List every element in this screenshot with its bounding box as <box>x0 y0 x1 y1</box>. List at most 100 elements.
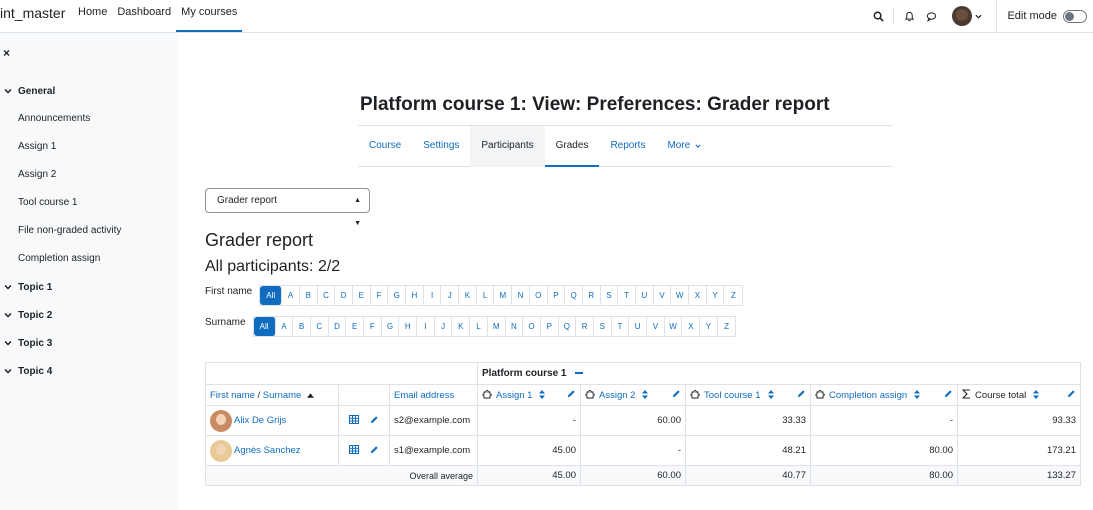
edit-mode-toggle[interactable] <box>1063 9 1087 23</box>
activity-announcements[interactable]: Announcements <box>0 105 178 133</box>
section-topic-3[interactable]: Topic 3 <box>0 329 178 357</box>
tab-participants[interactable]: Participants <box>470 126 545 167</box>
nav-home[interactable]: Home <box>73 0 112 32</box>
activity-file-non-graded-activity[interactable]: File non-graded activity <box>0 217 178 245</box>
first-initial-m[interactable]: M <box>494 286 513 305</box>
surname-initial-z[interactable]: Z <box>718 317 736 336</box>
first-initial-v[interactable]: V <box>654 286 672 305</box>
chevron-down-icon[interactable] <box>4 284 13 290</box>
first-initial-n[interactable]: N <box>512 286 530 305</box>
first-initial-w[interactable]: W <box>671 286 690 305</box>
sort-surname[interactable]: Surname <box>263 390 302 401</box>
first-initial-q[interactable]: Q <box>565 286 583 305</box>
edit-pencil-icon[interactable] <box>797 389 806 401</box>
activity-assign-1[interactable]: Assign 1 <box>0 133 178 161</box>
tab-reports[interactable]: Reports <box>599 126 656 167</box>
surname-initial-n[interactable]: N <box>506 317 524 336</box>
section-topic-2[interactable]: Topic 2 <box>0 301 178 329</box>
chevron-down-icon[interactable] <box>972 5 984 27</box>
surname-initial-b[interactable]: B <box>293 317 311 336</box>
surname-initial-all[interactable]: All <box>253 317 276 336</box>
grade-cell[interactable]: 173.21 <box>957 435 1081 466</box>
surname-initial-s[interactable]: S <box>594 317 612 336</box>
first-initial-j[interactable]: J <box>441 286 460 305</box>
chevron-down-icon[interactable] <box>4 340 13 346</box>
column-name[interactable]: Tool course 1 <box>704 390 761 401</box>
user-avatar[interactable] <box>952 6 973 26</box>
surname-initial-h[interactable]: H <box>399 317 418 336</box>
surname-initial-o[interactable]: O <box>523 317 541 336</box>
messages-icon[interactable] <box>920 5 942 27</box>
grade-cell[interactable]: 80.00 <box>810 435 958 466</box>
column-name[interactable]: Assign 1 <box>496 390 532 401</box>
first-initial-z[interactable]: Z <box>724 286 742 305</box>
avatar[interactable] <box>210 409 232 432</box>
first-initial-u[interactable]: U <box>636 286 654 305</box>
avatar[interactable] <box>210 439 232 462</box>
surname-initial-a[interactable]: A <box>276 317 294 336</box>
first-initial-k[interactable]: K <box>459 286 477 305</box>
grade-cell[interactable]: - <box>580 435 686 466</box>
grade-cell[interactable]: - <box>477 405 581 436</box>
edit-pencil-icon[interactable] <box>944 389 953 401</box>
surname-initial-y[interactable]: Y <box>700 317 718 336</box>
first-initial-all[interactable]: All <box>260 286 283 305</box>
sort-icon[interactable] <box>1033 389 1040 401</box>
section-topic-1[interactable]: Topic 1 <box>0 273 178 301</box>
grade-cell[interactable]: 93.33 <box>957 405 1081 436</box>
surname-initial-j[interactable]: J <box>435 317 453 336</box>
edit-pencil-icon[interactable] <box>567 389 576 401</box>
surname-initial-q[interactable]: Q <box>559 317 577 336</box>
tab-settings[interactable]: Settings <box>412 126 470 167</box>
first-initial-h[interactable]: H <box>406 286 424 305</box>
collapse-category-icon[interactable] <box>575 372 584 375</box>
first-initial-a[interactable]: A <box>282 286 300 305</box>
sort-email[interactable]: Email address <box>394 390 454 401</box>
surname-initial-i[interactable]: I <box>417 317 435 336</box>
edit-pencil-icon[interactable] <box>1067 389 1076 401</box>
surname-initial-f[interactable]: F <box>364 317 382 336</box>
surname-initial-t[interactable]: T <box>612 317 630 336</box>
surname-initial-c[interactable]: C <box>311 317 329 336</box>
tab-grades[interactable]: Grades <box>544 126 600 167</box>
surname-initial-p[interactable]: P <box>541 317 559 336</box>
tab-more[interactable]: More <box>656 126 712 167</box>
grade-cell[interactable]: - <box>810 405 958 436</box>
close-drawer-icon[interactable]: × <box>3 46 10 60</box>
surname-initial-e[interactable]: E <box>346 317 365 336</box>
edit-pencil-icon[interactable] <box>370 415 379 427</box>
first-initial-o[interactable]: O <box>530 286 548 305</box>
first-initial-e[interactable]: E <box>353 286 371 305</box>
first-initial-s[interactable]: S <box>601 286 619 305</box>
edit-pencil-icon[interactable] <box>672 389 681 401</box>
column-name[interactable]: Assign 2 <box>599 390 635 401</box>
edit-pencil-icon[interactable] <box>370 445 379 457</box>
tab-course[interactable]: Course <box>358 126 412 167</box>
grade-cell[interactable]: 60.00 <box>580 405 686 436</box>
site-name[interactable]: int_master <box>0 5 65 21</box>
report-selector[interactable]: Grader report ▲ ▼ <box>205 188 370 227</box>
grade-cell[interactable]: 45.00 <box>477 435 581 466</box>
grade-cell[interactable]: 48.21 <box>685 435 811 466</box>
first-initial-b[interactable]: B <box>300 286 318 305</box>
surname-initial-m[interactable]: M <box>488 317 506 336</box>
nav-dashboard[interactable]: Dashboard <box>112 0 176 32</box>
single-view-icon[interactable] <box>349 414 359 427</box>
single-view-icon[interactable] <box>349 444 359 457</box>
bell-icon[interactable] <box>898 5 920 27</box>
first-initial-x[interactable]: X <box>689 286 707 305</box>
surname-initial-d[interactable]: D <box>329 317 347 336</box>
first-initial-y[interactable]: Y <box>707 286 725 305</box>
first-initial-d[interactable]: D <box>335 286 353 305</box>
first-initial-f[interactable]: F <box>371 286 389 305</box>
sort-icon[interactable] <box>914 389 921 401</box>
activity-assign-2[interactable]: Assign 2 <box>0 161 178 189</box>
surname-initial-w[interactable]: W <box>665 317 683 336</box>
activity-completion-assign[interactable]: Completion assign <box>0 245 178 273</box>
first-initial-l[interactable]: L <box>477 286 495 305</box>
first-initial-p[interactable]: P <box>548 286 566 305</box>
sort-first-name[interactable]: First name <box>210 390 255 401</box>
sort-icon[interactable] <box>767 389 774 401</box>
section-general[interactable]: General <box>0 77 178 105</box>
chevron-down-icon[interactable] <box>4 312 13 318</box>
